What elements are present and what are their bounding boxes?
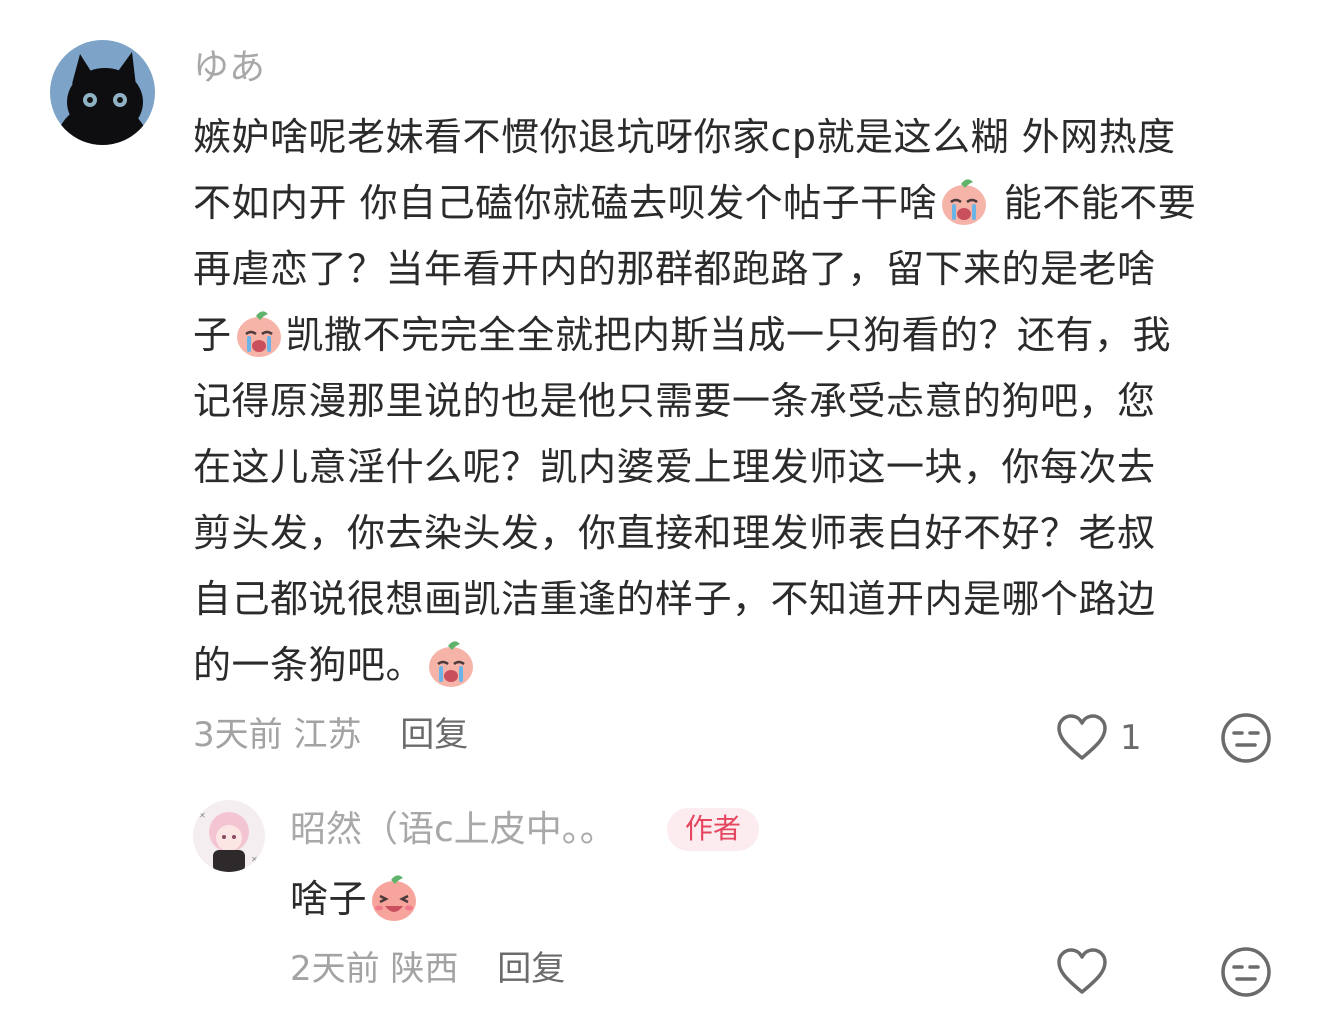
crying-peach-emoji <box>937 174 991 228</box>
svg-text:✕: ✕ <box>199 811 206 820</box>
author-badge: 作者 <box>667 808 760 851</box>
dislike-button[interactable] <box>1219 711 1273 765</box>
neutral-face-icon <box>1221 713 1271 763</box>
comment-line: 在这儿意淫什么呢？凯内婆爱上理发师这一块，你每次去 <box>193 445 1156 489</box>
like-button[interactable] <box>1055 946 1109 996</box>
heart-icon <box>1057 714 1107 760</box>
comment-location: 江苏 <box>293 715 362 755</box>
comment-line: 嫉妒啥呢老妹看不惯你退坑呀你家cp就是这么糊 外网热度 <box>193 115 1176 159</box>
crying-peach-emoji <box>232 306 286 360</box>
comment-line: 子凯撒不完完全全就把内斯当成一只狗看的？还有，我 <box>193 302 1293 368</box>
comment-username[interactable]: ゆあ <box>193 50 265 86</box>
comment-line: 不如内开 你自己磕你就磕去呗发个帖子干啥 能不能不要 <box>193 170 1293 236</box>
reply-time: 2天前 <box>290 949 380 989</box>
like-count: 1 <box>1120 718 1142 758</box>
comment-line: 再虐恋了？当年看开内的那群都跑路了，留下来的是老啥 <box>193 247 1156 291</box>
reply-location: 陕西 <box>390 949 459 989</box>
laughing-peach-emoji <box>367 870 421 924</box>
neutral-face-icon <box>1221 947 1271 997</box>
reply-button[interactable]: 回复 <box>497 949 565 989</box>
comment-meta: 3天前 江苏 回复 <box>193 718 468 752</box>
reply-button[interactable]: 回复 <box>400 715 468 755</box>
avatar-anime-girl[interactable]: ✕ ✕ <box>193 800 265 872</box>
like-button[interactable] <box>1055 712 1109 762</box>
comment-line: 的一条狗吧。 <box>193 632 1293 698</box>
comment-line: 自己都说很想画凯洁重逢的样子，不知道开内是哪个路边 <box>193 577 1156 621</box>
reply-body: 啥子 <box>290 866 1090 932</box>
heart-icon <box>1057 948 1107 994</box>
dislike-button[interactable] <box>1219 945 1273 999</box>
comment-time: 3天前 <box>193 715 283 755</box>
crying-peach-emoji <box>424 636 478 690</box>
svg-text:✕: ✕ <box>251 855 258 864</box>
reply-meta: 2天前 陕西 回复 <box>290 952 565 986</box>
reply-username[interactable]: 昭然（语c上皮中。。 <box>290 812 616 848</box>
avatar-cat[interactable] <box>50 40 155 145</box>
comment-line: 剪头发，你去染头发，你直接和理发师表白好不好？老叔 <box>193 511 1156 555</box>
comment-line: 记得原漫那里说的也是他只需要一条承受忐意的狗吧，您 <box>193 379 1156 423</box>
comment-body: 嫉妒啥呢老妹看不惯你退坑呀你家cp就是这么糊 外网热度 不如内开 你自己磕你就磕… <box>193 104 1293 698</box>
